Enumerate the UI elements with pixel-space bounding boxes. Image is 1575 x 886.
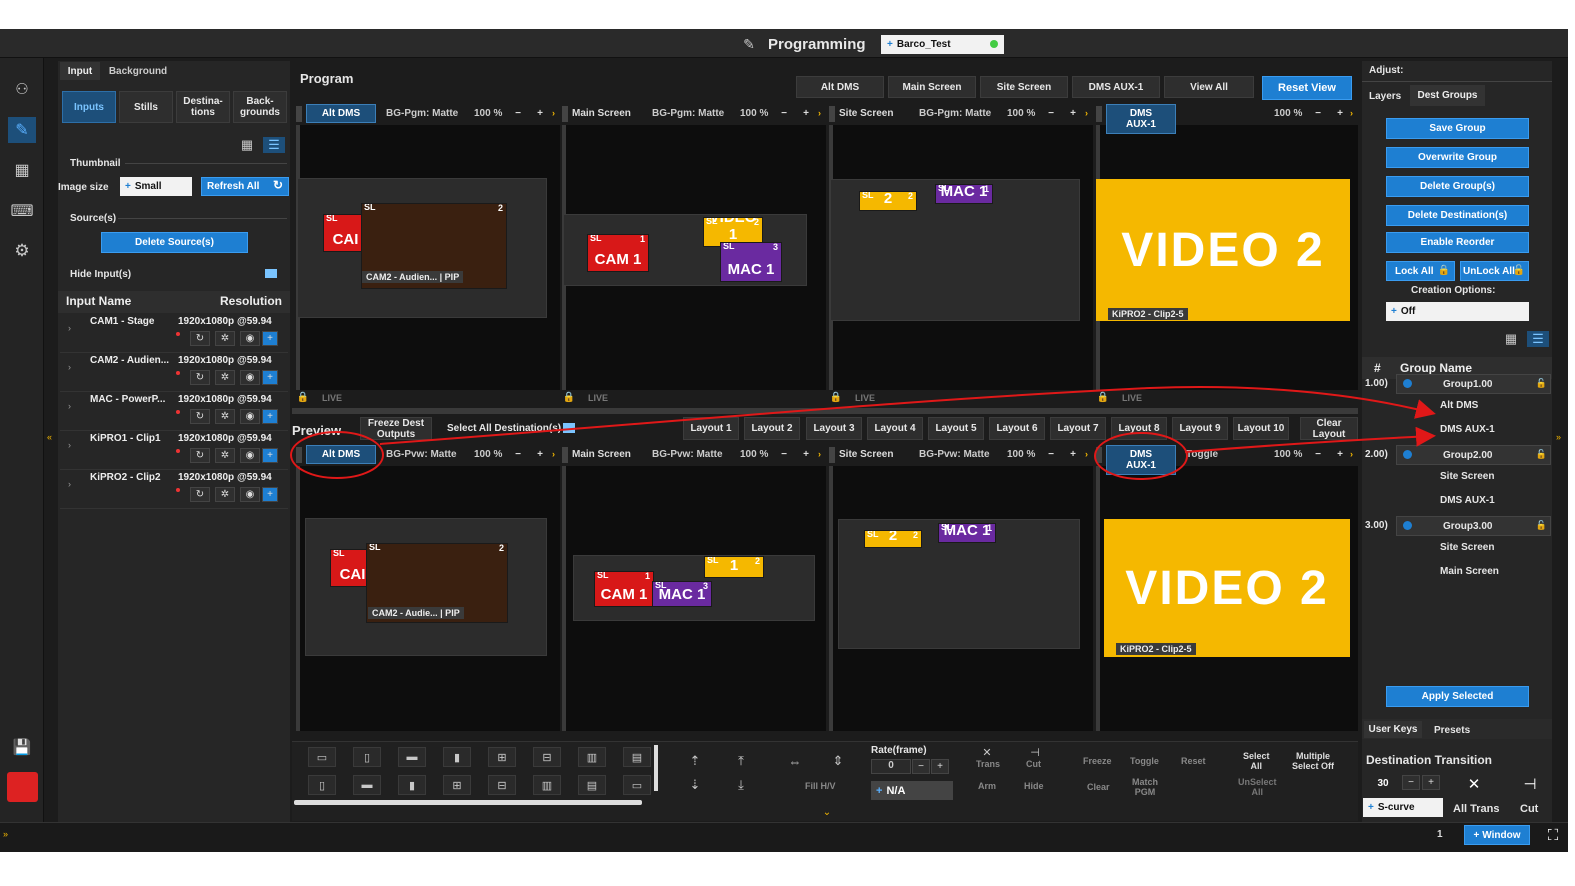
annotation-arrow-alt-dms [379,386,1436,445]
annotation-overlay [290,386,1436,480]
annotation-circle-dms-aux [1094,432,1188,480]
annotation-arrow-dms-aux [1184,426,1436,453]
annotation-circle-alt-dms [290,431,384,479]
